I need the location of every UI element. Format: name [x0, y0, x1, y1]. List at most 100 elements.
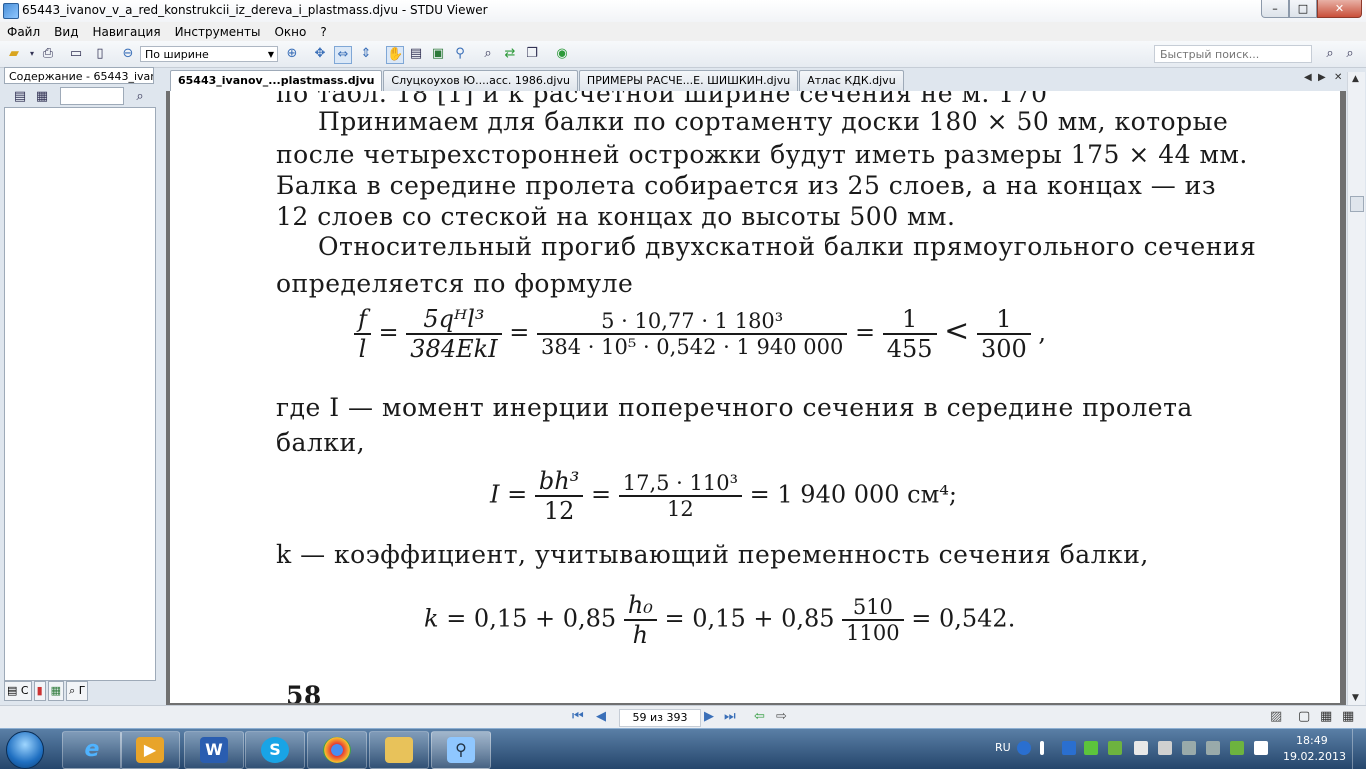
scrollbar-thumb[interactable] — [1350, 196, 1364, 212]
menu-help[interactable]: ? — [313, 25, 333, 39]
quick-search-input[interactable] — [1154, 45, 1312, 63]
network-icon[interactable] — [1182, 741, 1196, 755]
fit-page-icon[interactable]: ✥ — [312, 46, 328, 62]
fit-width-icon[interactable]: ⇔ — [334, 46, 352, 64]
tray-app-icon[interactable] — [1108, 741, 1122, 755]
taskbar-explorer[interactable] — [369, 731, 429, 769]
page-indicator-input[interactable]: 59 из 393 — [619, 709, 701, 727]
scroll-up-icon[interactable]: ▲ — [1352, 74, 1359, 84]
copy-icon[interactable]: ❐ — [524, 46, 540, 62]
zoom-tool-icon[interactable]: ⚲ — [452, 46, 468, 62]
refresh-globe-icon[interactable]: ◉ — [554, 46, 570, 62]
taskbar-stdu-viewer[interactable]: ⚲ — [431, 731, 491, 769]
contents-tree[interactable] — [4, 107, 156, 681]
tab-bookmarks[interactable]: ▮ — [33, 681, 46, 701]
prev-page-icon[interactable]: ◀ — [596, 709, 606, 724]
clock-date[interactable]: 19.02.2013 — [1283, 750, 1346, 763]
sync-icon[interactable]: ⇄ — [502, 46, 518, 62]
help-icon[interactable] — [1017, 741, 1031, 755]
search-next-icon[interactable]: ⌕ — [1342, 46, 1358, 62]
text-line: 12 слоев со стеской на концах до высоты … — [276, 202, 956, 231]
print-icon[interactable]: ⎙ — [40, 46, 56, 62]
formula-lhs: I — [490, 480, 500, 509]
maximize-button[interactable]: □ — [1289, 0, 1317, 18]
contents-search-input[interactable] — [60, 87, 124, 105]
document-viewport[interactable]: по табл. 18 [1] и к расчетной ширине сеч… — [166, 91, 1346, 705]
folder-icon — [385, 737, 413, 763]
single-page-view-icon[interactable]: ▢ — [1298, 709, 1310, 724]
tab-search[interactable]: ⌕ Г — [66, 681, 89, 701]
open-folder-icon[interactable]: ▰ — [6, 46, 22, 62]
layout-settings-icon[interactable]: ▨ — [1270, 709, 1282, 724]
next-page-icon[interactable]: ▶ — [704, 709, 714, 724]
close-button[interactable]: ✕ — [1317, 0, 1362, 18]
word-icon: W — [200, 737, 228, 763]
fraction: bh³ 12 — [534, 467, 584, 525]
taskbar-skype[interactable]: S — [245, 731, 305, 769]
start-button[interactable] — [6, 731, 44, 769]
page-number: 58 — [286, 681, 322, 703]
tray-app-icon[interactable] — [1206, 741, 1220, 755]
tab-scroll-left-icon[interactable]: ◀ — [1304, 72, 1312, 83]
input-indicator-icon[interactable] — [1040, 741, 1044, 755]
first-page-icon[interactable]: ⏮ — [572, 709, 584, 724]
facing-view-icon[interactable]: ▦ — [1342, 709, 1354, 724]
tab-thumbnails[interactable]: ▦ — [47, 681, 65, 701]
tab-scroll-right-icon[interactable]: ▶ — [1318, 72, 1326, 83]
continuous-view-icon[interactable]: ▦ — [1320, 709, 1332, 724]
menu-window[interactable]: Окно — [267, 25, 313, 39]
open-dropdown-icon[interactable]: ▾ — [24, 46, 40, 62]
two-pages-icon[interactable]: ▯ — [92, 46, 108, 62]
tray-app-icon[interactable] — [1084, 741, 1098, 755]
search-tab-icon: ⌕ — [69, 684, 76, 697]
doc-tab-4[interactable]: Атлас КДК.djvu — [799, 70, 904, 91]
internet-explorer-icon: e — [84, 737, 100, 762]
zoom-in-icon[interactable]: ⊕ — [284, 46, 300, 62]
expand-tool-icon[interactable]: ▦ — [34, 89, 50, 105]
menu-tools[interactable]: Инструменты — [168, 25, 268, 39]
doc-tab-2[interactable]: Слуцкоухов Ю....асс. 1986.djvu — [383, 70, 578, 91]
last-page-icon[interactable]: ⏭ — [724, 709, 736, 724]
scroll-down-icon[interactable]: ▼ — [1352, 693, 1359, 703]
panel-find-icon[interactable]: ⌕ — [132, 89, 148, 105]
zoom-select[interactable]: По ширине ▼ — [140, 46, 278, 62]
image-select-icon[interactable]: ▣ — [430, 46, 446, 62]
fit-height-icon[interactable]: ⇕ — [358, 46, 374, 62]
doc-tab-3[interactable]: ПРИМЕРЫ РАСЧЕ...Е. ШИШКИН.djvu — [578, 70, 799, 91]
fraction-numerator: 5qᴴl³ — [406, 305, 502, 335]
formula-inertia: I = bh³ 12 = 17,5 · 110³ 12 = 1 940 000 … — [490, 467, 957, 525]
taskbar-chrome[interactable] — [307, 731, 367, 769]
menu-navigation[interactable]: Навигация — [85, 25, 167, 39]
menu-file[interactable]: Файл — [0, 25, 47, 39]
tab-contents[interactable]: ▤ С — [4, 681, 32, 701]
taskbar-media-player[interactable]: ▶ — [120, 731, 180, 769]
tray-app-icon[interactable] — [1134, 741, 1148, 755]
language-indicator[interactable]: RU — [995, 741, 1011, 754]
find-icon[interactable]: ⌕ — [480, 46, 496, 62]
tab-close-icon[interactable]: ✕ — [1334, 72, 1342, 83]
search-prev-icon[interactable]: ⌕ — [1322, 46, 1338, 62]
single-page-icon[interactable]: ▭ — [68, 46, 84, 62]
fraction-numerator: 1 — [976, 305, 1031, 335]
zoom-out-icon[interactable]: ⊖ — [120, 46, 136, 62]
show-desktop-button[interactable] — [1352, 729, 1366, 769]
taskbar-internet-explorer[interactable]: e — [62, 731, 122, 769]
formula-result: = 1 940 000 см⁴; — [749, 480, 957, 509]
text-select-icon[interactable]: ▤ — [408, 46, 424, 62]
vertical-scrollbar[interactable]: ▲ ▼ — [1347, 72, 1365, 705]
vk-icon[interactable] — [1062, 741, 1076, 755]
chrome-icon — [323, 737, 351, 763]
back-icon[interactable]: ⇦ — [754, 709, 765, 724]
doc-tab-1[interactable]: 65443_ivanov_...plastmass.djvu — [170, 70, 383, 92]
forward-icon[interactable]: ⇨ — [776, 709, 787, 724]
taskbar-word[interactable]: W — [184, 731, 244, 769]
tray-app-icon[interactable] — [1158, 741, 1172, 755]
bookmark-tool-icon[interactable]: ▤ — [12, 89, 28, 105]
menu-view[interactable]: Вид — [47, 25, 85, 39]
zoom-select-value: По ширине — [145, 48, 209, 61]
tray-app-icon[interactable] — [1230, 741, 1244, 755]
volume-icon[interactable] — [1254, 741, 1268, 755]
minimize-button[interactable]: – — [1261, 0, 1289, 18]
hand-tool-icon[interactable]: ✋ — [386, 46, 404, 64]
clock-time[interactable]: 18:49 — [1296, 734, 1328, 747]
